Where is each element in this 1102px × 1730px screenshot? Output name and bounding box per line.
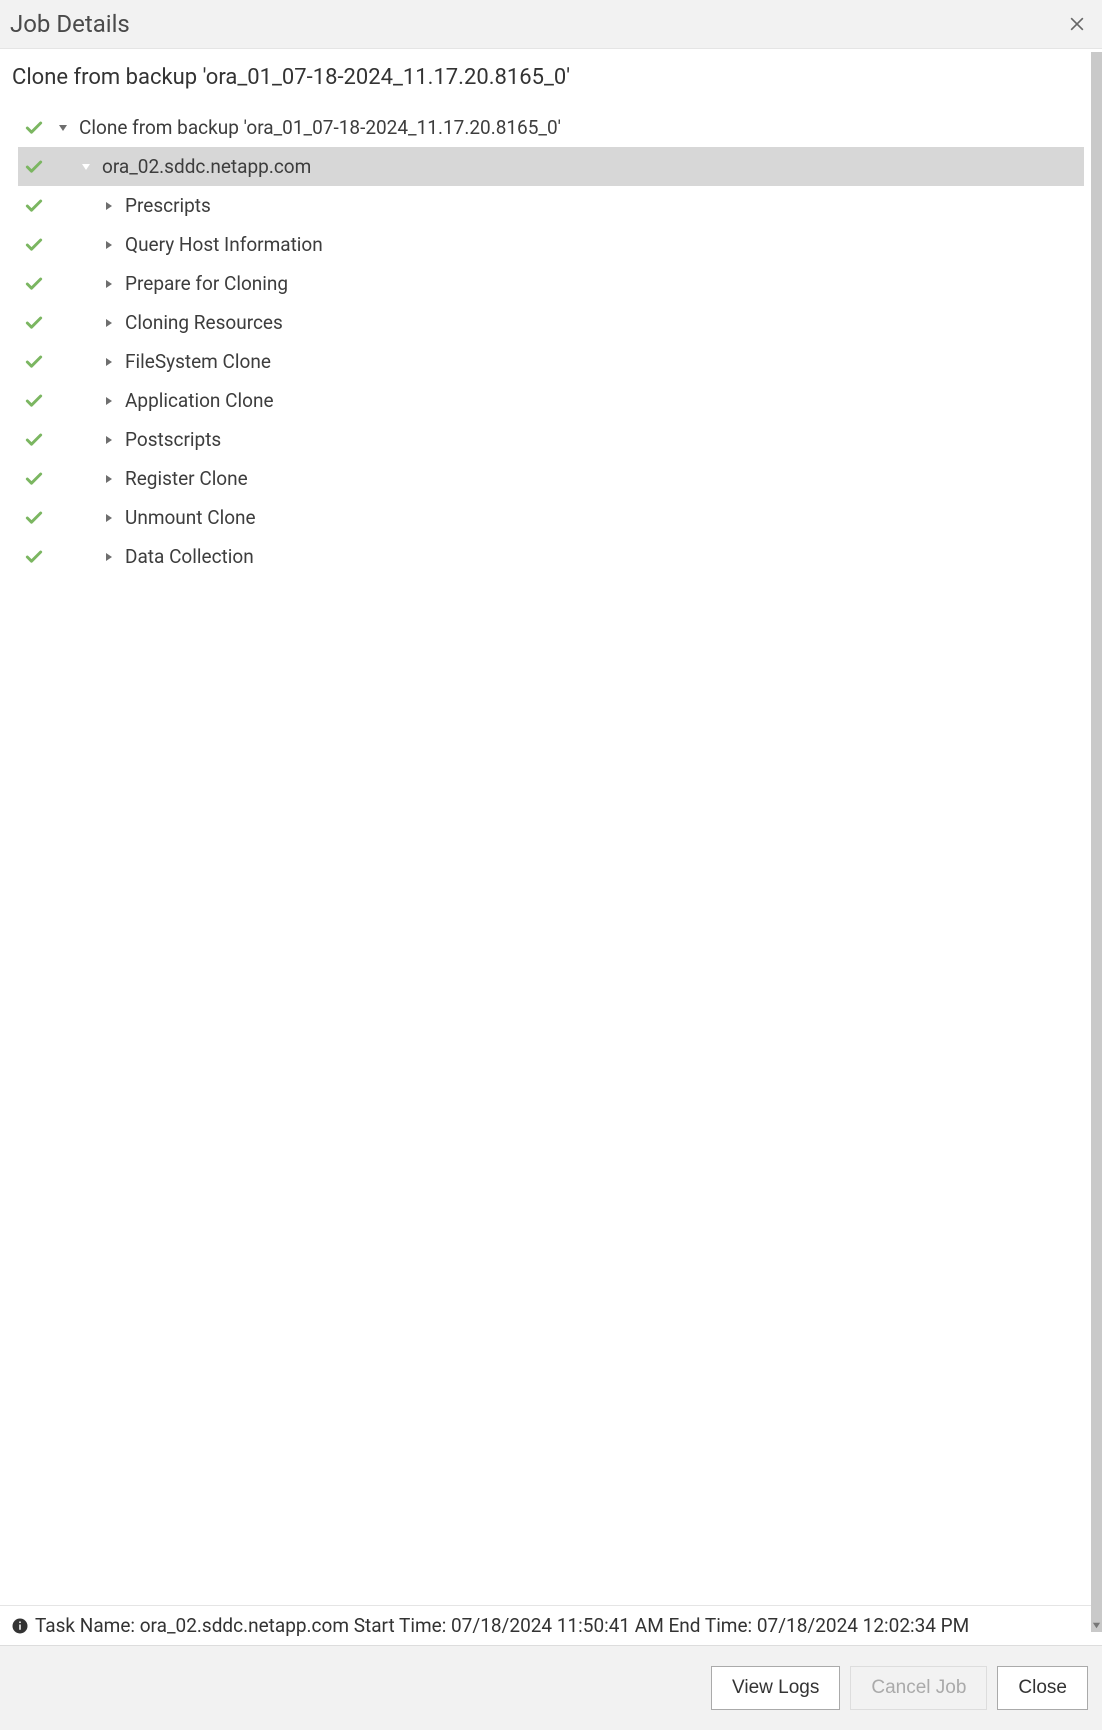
check-icon <box>23 507 45 529</box>
tree-row-label: Postscripts <box>125 428 221 451</box>
status-text: Task Name: ora_02.sddc.netapp.com Start … <box>35 1614 969 1637</box>
scroll-down-arrow-icon[interactable] <box>1092 1621 1101 1630</box>
check-icon <box>23 390 45 412</box>
check-icon <box>23 234 45 256</box>
check-icon <box>23 312 45 334</box>
chevron-down-icon[interactable] <box>78 159 94 175</box>
chevron-right-icon[interactable] <box>101 237 117 253</box>
tree-row-label: Cloning Resources <box>125 311 283 334</box>
tree-row-label: ora_02.sddc.netapp.com <box>102 155 311 178</box>
chevron-right-icon[interactable] <box>101 315 117 331</box>
tree-row[interactable]: Unmount Clone <box>18 498 1084 537</box>
check-icon <box>23 351 45 373</box>
statusbar: Task Name: ora_02.sddc.netapp.com Start … <box>0 1605 1102 1645</box>
footer: View Logs Cancel Job Close <box>0 1645 1102 1730</box>
scrollbar[interactable] <box>1091 52 1102 1632</box>
scrollbar-thumb[interactable] <box>1091 52 1102 1632</box>
check-icon <box>23 468 45 490</box>
tree-row[interactable]: Data Collection <box>18 537 1084 576</box>
chevron-down-icon[interactable] <box>55 120 71 136</box>
close-button[interactable]: Close <box>997 1666 1088 1710</box>
chevron-right-icon[interactable] <box>101 471 117 487</box>
chevron-right-icon[interactable] <box>101 549 117 565</box>
dialog-title: Job Details <box>10 10 130 38</box>
view-logs-button[interactable]: View Logs <box>711 1666 840 1710</box>
check-icon <box>23 546 45 568</box>
tree-row-label: Clone from backup 'ora_01_07-18-2024_11.… <box>79 116 561 139</box>
tree-row-label: Unmount Clone <box>125 506 256 529</box>
titlebar: Job Details <box>0 0 1102 49</box>
tree-row-label: Prepare for Cloning <box>125 272 288 295</box>
check-icon <box>23 429 45 451</box>
chevron-right-icon[interactable] <box>101 198 117 214</box>
chevron-right-icon[interactable] <box>101 354 117 370</box>
tree-row[interactable]: ora_02.sddc.netapp.com <box>18 147 1084 186</box>
job-subtitle: Clone from backup 'ora_01_07-18-2024_11.… <box>0 49 1102 108</box>
chevron-right-icon[interactable] <box>101 510 117 526</box>
cancel-job-button: Cancel Job <box>850 1666 987 1710</box>
job-tree: Clone from backup 'ora_01_07-18-2024_11.… <box>0 108 1102 1605</box>
check-icon <box>23 273 45 295</box>
tree-row-label: Data Collection <box>125 545 254 568</box>
tree-row[interactable]: Prepare for Cloning <box>18 264 1084 303</box>
chevron-right-icon[interactable] <box>101 393 117 409</box>
chevron-right-icon[interactable] <box>101 432 117 448</box>
tree-row-label: Application Clone <box>125 389 274 412</box>
info-icon <box>10 1616 29 1635</box>
tree-row-label: Query Host Information <box>125 233 323 256</box>
check-icon <box>23 156 45 178</box>
tree-row-label: FileSystem Clone <box>125 350 271 373</box>
tree-row[interactable]: Clone from backup 'ora_01_07-18-2024_11.… <box>18 108 1084 147</box>
tree-row-label: Register Clone <box>125 467 248 490</box>
tree-row[interactable]: Prescripts <box>18 186 1084 225</box>
tree-row-label: Prescripts <box>125 194 211 217</box>
tree-row[interactable]: Application Clone <box>18 381 1084 420</box>
tree-row[interactable]: Cloning Resources <box>18 303 1084 342</box>
chevron-right-icon[interactable] <box>101 276 117 292</box>
tree-row[interactable]: Query Host Information <box>18 225 1084 264</box>
check-icon <box>23 117 45 139</box>
tree-row[interactable]: Postscripts <box>18 420 1084 459</box>
close-icon[interactable] <box>1066 13 1088 35</box>
job-details-dialog: Job Details Clone from backup 'ora_01_07… <box>0 0 1102 1730</box>
check-icon <box>23 195 45 217</box>
tree-row[interactable]: Register Clone <box>18 459 1084 498</box>
tree-row[interactable]: FileSystem Clone <box>18 342 1084 381</box>
